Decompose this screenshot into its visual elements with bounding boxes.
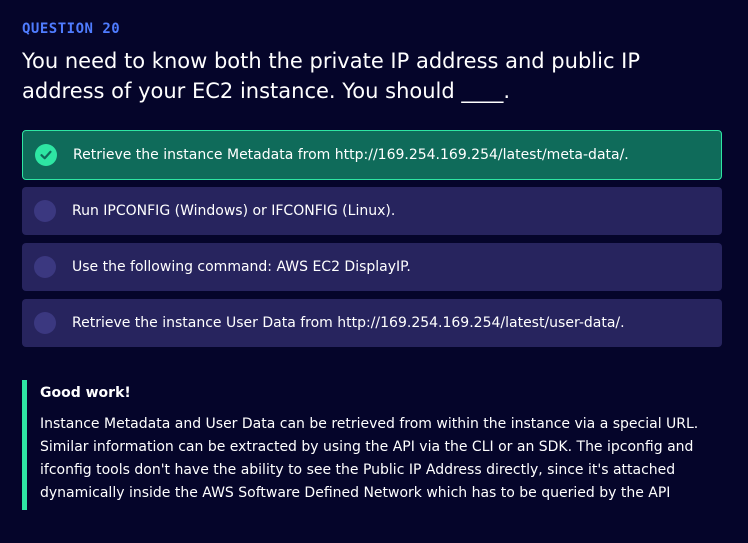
answer-option-label: Retrieve the instance User Data from htt…	[72, 315, 625, 331]
answer-option-label: Retrieve the instance Metadata from http…	[73, 147, 629, 163]
answer-option-3[interactable]: Use the following command: AWS EC2 Displ…	[22, 243, 722, 291]
answer-option-label: Use the following command: AWS EC2 Displ…	[72, 259, 411, 275]
answer-options: Retrieve the instance Metadata from http…	[22, 130, 722, 355]
feedback-title: Good work!	[40, 385, 131, 401]
answer-option-4[interactable]: Retrieve the instance User Data from htt…	[22, 299, 722, 347]
check-circle-icon	[35, 144, 57, 166]
answer-option-1[interactable]: Retrieve the instance Metadata from http…	[22, 130, 722, 180]
answer-option-label: Run IPCONFIG (Windows) or IFCONFIG (Linu…	[72, 203, 396, 219]
radio-empty-icon	[34, 200, 56, 222]
radio-empty-icon	[34, 256, 56, 278]
quiz-page: QUESTION 20 You need to know both the pr…	[0, 0, 748, 543]
radio-empty-icon	[34, 312, 56, 334]
question-number: QUESTION 20	[22, 21, 121, 37]
feedback-panel: Good work! Instance Metadata and User Da…	[22, 380, 722, 510]
feedback-explanation: Instance Metadata and User Data can be r…	[40, 416, 699, 501]
question-text: You need to know both the private IP add…	[22, 49, 641, 103]
answer-option-2[interactable]: Run IPCONFIG (Windows) or IFCONFIG (Linu…	[22, 187, 722, 235]
